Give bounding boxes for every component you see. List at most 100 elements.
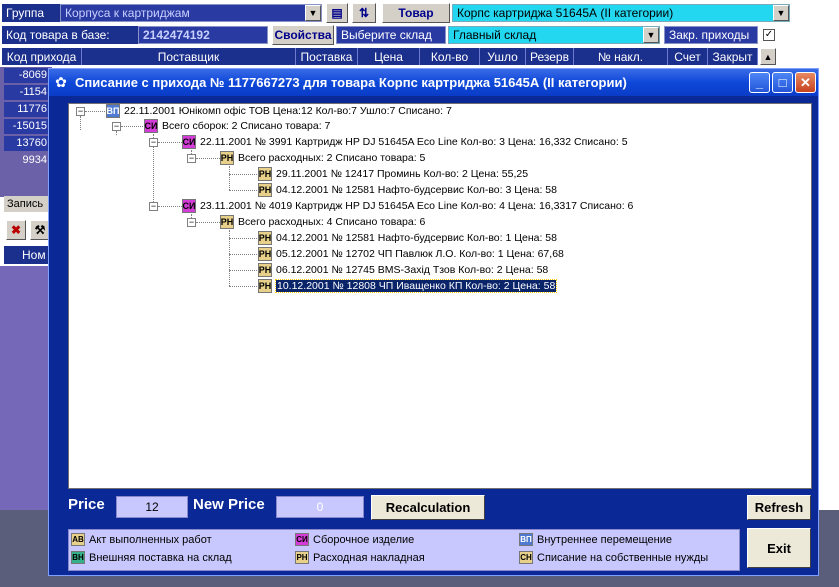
group-select-value: Корпуса к картриджам <box>65 6 190 20</box>
tree-node-invoice[interactable]: РН 05.12.2001 № 12702 ЧП Павлюк Л.О. Кол… <box>258 247 564 261</box>
tree-node-invoice[interactable]: РН 06.12.2001 № 12745 BMS-Захід Тзов Кол… <box>258 263 548 277</box>
tree-expander[interactable]: − <box>149 202 158 211</box>
tree-expander[interactable]: − <box>187 218 196 227</box>
column-header[interactable]: Резерв <box>526 48 574 65</box>
document-type-legend: АВ Акт выполненных работ СИ Сборочное из… <box>68 529 740 571</box>
tree-node-invoices-summary[interactable]: РН Всего расходных: 4 Списано товара: 6 <box>220 215 425 229</box>
table-row[interactable]: 11776 <box>4 102 50 117</box>
tree-connector <box>229 286 259 287</box>
refresh-button[interactable]: Refresh <box>747 495 811 520</box>
tree-node-invoice[interactable]: РН 29.11.2001 № 12417 Проминь Кол-во: 2 … <box>258 167 528 181</box>
tree-connector <box>229 166 230 190</box>
legend-item: СН Списание на собственные нужды <box>519 551 708 564</box>
legend-label: Списание на собственные нужды <box>537 551 709 564</box>
legend-item: ВН Внешняя поставка на склад <box>71 551 232 564</box>
column-header[interactable]: Код прихода <box>2 48 82 65</box>
assembly-icon: СИ <box>295 533 309 546</box>
product-button[interactable]: Товар <box>382 3 450 23</box>
tree-connector <box>196 222 220 223</box>
tree-node-invoice-selected[interactable]: РН 10.12.2001 № 12808 ЧП Иващенко КП Кол… <box>258 279 558 293</box>
tree-connector <box>85 111 105 112</box>
chevron-down-icon[interactable]: ▼ <box>643 27 659 43</box>
properties-button[interactable]: Свойства <box>272 25 334 45</box>
tree-node-receipt[interactable]: ВП 22.11.2001 Юнікомп офіс ТОВ Цена:12 К… <box>106 104 452 118</box>
invoice-icon: РН <box>220 215 234 229</box>
column-header[interactable]: Закрыт <box>708 48 758 65</box>
invoice-icon: РН <box>258 167 272 181</box>
table-row[interactable]: -1154 <box>4 85 50 100</box>
transfer-icon: ВП <box>519 533 533 546</box>
tree-node-text: 10.12.2001 № 12808 ЧП Иващенко КП Кол-во… <box>274 279 558 293</box>
price-label: Price <box>68 496 105 513</box>
delete-icon[interactable]: ✖ <box>6 220 26 240</box>
column-header[interactable]: Ушло <box>480 48 526 65</box>
product-select[interactable]: Корпс картриджа 51645А (II категории) ▼ <box>452 4 790 22</box>
tree-connector <box>121 126 143 127</box>
new-price-field[interactable]: 0 <box>276 496 364 518</box>
minimize-icon[interactable]: _ <box>749 72 770 93</box>
invoice-icon: РН <box>258 279 272 293</box>
tree-connector <box>229 174 259 175</box>
group-select[interactable]: Корпуса к картриджам ▼ <box>60 4 322 22</box>
scroll-up-icon[interactable]: ▲ <box>760 48 776 65</box>
new-price-label: New Price <box>193 496 265 513</box>
chevron-down-icon[interactable]: ▼ <box>305 5 321 21</box>
tree-expander[interactable]: − <box>112 122 121 131</box>
invoice-icon: РН <box>258 247 272 261</box>
tree-node-invoice[interactable]: РН 04.12.2001 № 12581 Нафто-будсервис Ко… <box>258 231 557 245</box>
tree-expander[interactable]: − <box>76 107 85 116</box>
write-off-tree[interactable]: − − − − − − ВП 22.11.2001 Юнікомп офіс Т… <box>68 103 812 489</box>
dialog-titlebar[interactable]: ✿ Списание с прихода № 1177667273 для то… <box>49 69 818 96</box>
tree-node-text: Всего расходных: 4 Списано товара: 6 <box>238 216 426 228</box>
tree-expander[interactable]: − <box>149 138 158 147</box>
tree-node-invoices-summary[interactable]: РН Всего расходных: 2 Списано товара: 5 <box>220 151 425 165</box>
tools-icon[interactable]: ⚒ <box>30 220 50 240</box>
record-tab[interactable]: Запись <box>4 196 50 212</box>
tree-node-invoice[interactable]: РН 04.12.2001 № 12581 Нафто-будсервис Ко… <box>258 183 557 197</box>
swap-icon[interactable]: ⇅ <box>352 3 376 23</box>
legend-item: СИ Сборочное изделие <box>295 533 414 546</box>
column-header[interactable]: № накл. <box>574 48 668 65</box>
legend-item: АВ Акт выполненных работ <box>71 533 212 546</box>
number-column-header[interactable]: Ном <box>4 246 50 264</box>
column-header[interactable]: Поставка <box>296 48 358 65</box>
table-row[interactable]: -8069 <box>4 68 50 83</box>
price-field[interactable]: 12 <box>116 496 188 518</box>
legend-item: ВП Внутреннее перемещение <box>519 533 672 546</box>
legend-label: Внутреннее перемещение <box>537 533 672 546</box>
column-header[interactable]: Поставщик <box>82 48 296 65</box>
table-row[interactable]: 13760 <box>4 136 50 151</box>
close-icon[interactable]: ✕ <box>795 72 816 93</box>
legend-label: Внешняя поставка на склад <box>89 551 232 564</box>
dialog-title: Списание с прихода № 1177667273 для това… <box>75 75 627 90</box>
tree-node-assemblies-summary[interactable]: СИ Всего сборок: 2 Списано товара: 7 <box>144 119 330 133</box>
legend-item: РН Расходная накладная <box>295 551 425 564</box>
write-off-dialog: ✿ Списание с прихода № 1177667273 для то… <box>48 68 819 576</box>
invoice-icon: РН <box>258 183 272 197</box>
legend-label: Расходная накладная <box>313 551 425 564</box>
work-act-icon: АВ <box>71 533 85 546</box>
tree-node-assembly[interactable]: СИ 22.11.2001 № 3991 Картридж HP DJ 5164… <box>182 135 628 149</box>
product-code-value: 2142474192 <box>138 26 268 44</box>
tree-node-text: 04.12.2001 № 12581 Нафто-будсервис Кол-в… <box>276 232 557 244</box>
column-header[interactable]: Счет <box>668 48 708 65</box>
tree-expander[interactable]: − <box>187 154 196 163</box>
tree-node-text: 04.12.2001 № 12581 Нафто-будсервис Кол-в… <box>276 184 557 196</box>
column-header[interactable]: Кол-во <box>420 48 480 65</box>
warehouse-select[interactable]: Главный склад ▼ <box>448 26 660 44</box>
chevron-down-icon[interactable]: ▼ <box>773 5 789 21</box>
group-label: Группа <box>2 4 60 22</box>
exit-button[interactable]: Exit <box>747 528 811 568</box>
assembly-icon: СИ <box>144 119 158 133</box>
closed-receipts-checkbox[interactable]: ✓ <box>763 29 775 41</box>
recalculation-button[interactable]: Recalculation <box>371 495 485 520</box>
table-row[interactable]: -15015 <box>4 119 50 134</box>
product-code-label: Код товара в базе: <box>2 26 138 44</box>
book-icon[interactable]: ▤ <box>326 3 348 23</box>
table-row[interactable]: 9934 <box>4 153 50 168</box>
app-icon: ✿ <box>55 74 67 90</box>
tree-connector <box>196 158 220 159</box>
column-header[interactable]: Цена <box>358 48 420 65</box>
maximize-icon[interactable]: □ <box>772 72 793 93</box>
tree-node-assembly[interactable]: СИ 23.11.2001 № 4019 Картридж HP DJ 5164… <box>182 199 633 213</box>
